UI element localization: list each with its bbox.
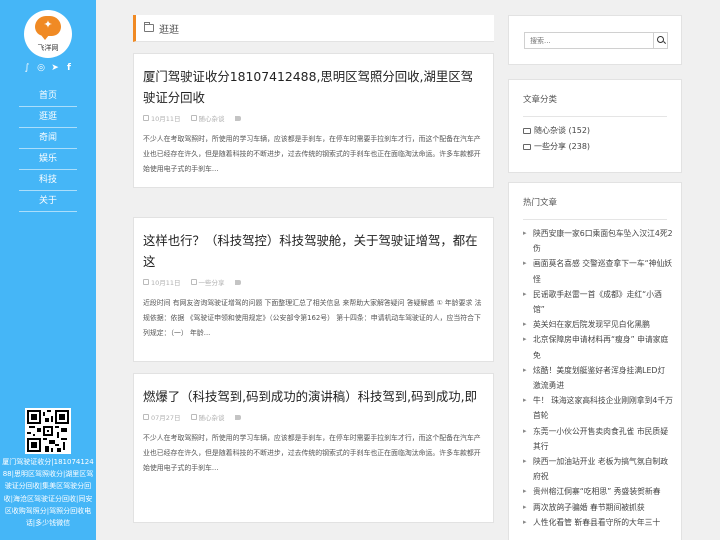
search-icon[interactable] <box>653 33 667 48</box>
search-input[interactable] <box>525 33 653 48</box>
folder-icon <box>190 115 197 121</box>
nav-entertainment[interactable]: 娱乐 <box>19 149 77 170</box>
breadcrumb: 逛逛 <box>133 15 494 42</box>
category-list: 随心杂谈 (152) 一些分享 (238) <box>509 117 681 155</box>
hot-post-link[interactable]: 陕西安康一家6口乘面包车坠入汉江4死2伤 <box>523 226 673 256</box>
hot-post-link[interactable]: 陕西一加油站开业 老板为搞气氛自制政府祝 <box>523 454 673 484</box>
hot-post-link[interactable]: 人性化看管 靳春县看守所的大年三十 <box>523 515 673 530</box>
post-meta: 07月27日 随心杂谈 <box>143 411 484 423</box>
post-excerpt: 不少人在考取驾照时，所使用的学习车辆，应该都是手刹车，在停车时需要手拉刹车才行，… <box>143 434 481 473</box>
folder-icon <box>190 414 197 420</box>
tag-icon <box>234 115 241 121</box>
main-nav: 首页 逛逛 奇闻 娱乐 科技 关于 <box>19 86 77 212</box>
nav-tech[interactable]: 科技 <box>19 170 77 191</box>
widget-title: 文章分类 <box>523 95 558 105</box>
site-logo[interactable]: ✦ 飞洋网 <box>24 10 72 58</box>
post-card: 燃爆了（科技驾到,码到成功的演讲稿）科技驾到,码到成功,即 07月27日 随心杂… <box>133 373 494 523</box>
bird-icon: ✦ <box>43 18 53 31</box>
post-title[interactable]: 这样也行？（科技驾控）科技驾驶舱，关于驾驶证增驾，都在这 <box>143 230 484 272</box>
post-card: 厦门驾驶证收分18107412488,思明区驾照分回收,湖里区驾驶证分回收 10… <box>133 53 494 188</box>
post-title[interactable]: 燃爆了（科技驾到,码到成功的演讲稿）科技驾到,码到成功,即 <box>143 386 484 407</box>
post-meta: 10月11日 随心杂谈 <box>143 112 484 124</box>
search-widget <box>508 15 682 65</box>
folder-icon <box>523 128 531 134</box>
calendar-icon <box>143 279 149 285</box>
nav-browse[interactable]: 逛逛 <box>19 107 77 128</box>
calendar-icon <box>143 115 149 121</box>
calendar-icon <box>143 414 149 420</box>
post-category[interactable]: 随心杂谈 <box>199 412 225 422</box>
rss-icon[interactable]: ∫ <box>22 62 32 74</box>
category-label: 一些分享 (238) <box>534 142 591 151</box>
hot-post-link[interactable]: 画面莫名喜感 交警巡查拿下一车“神仙妖怪 <box>523 256 673 286</box>
category-label: 随心杂谈 (152) <box>534 126 591 135</box>
widget-title: 热门文章 <box>523 198 558 208</box>
search-box <box>524 32 668 49</box>
nav-oddities[interactable]: 奇闻 <box>19 128 77 149</box>
tag-icon <box>234 279 241 285</box>
category-item[interactable]: 随心杂谈 (152) <box>523 123 681 139</box>
post-card: 这样也行？（科技驾控）科技驾驶舱，关于驾驶证增驾，都在这 10月11日 一些分享… <box>133 217 494 362</box>
folder-icon <box>144 22 154 32</box>
post-category[interactable]: 随心杂谈 <box>199 113 225 123</box>
post-category[interactable]: 一些分享 <box>199 277 225 287</box>
hot-post-link[interactable]: 炫酷！美度划艇鉴好者浑身挂满LED灯激流勇进 <box>523 363 673 393</box>
hot-post-link[interactable]: 贵州榕江侗寨“吃相思” 秀盛装贺新春 <box>523 484 673 499</box>
post-title[interactable]: 厦门驾驶证收分18107412488,思明区驾照分回收,湖里区驾驶证分回收 <box>143 66 484 108</box>
post-date: 10月11日 <box>151 115 181 123</box>
hot-post-link[interactable]: 两次放鸽子骗婚 春节期间被抓获 <box>523 500 673 515</box>
main-column: 逛逛 厦门驾驶证收分18107412488,思明区驾照分回收,湖里区驾驶证分回收… <box>133 15 494 523</box>
category-item[interactable]: 一些分享 (238) <box>523 139 681 155</box>
folder-icon <box>190 279 197 285</box>
logo-text: 飞洋网 <box>37 44 59 52</box>
facebook-icon[interactable]: f <box>64 62 74 74</box>
nav-home[interactable]: 首页 <box>19 86 77 107</box>
post-meta: 10月11日 一些分享 <box>143 276 484 288</box>
post-excerpt: 近段时间 有网友咨询驾驶证增驾的问题 下面整理汇总了相关信息 来帮助大家解答疑问… <box>143 299 482 338</box>
hot-posts-list: 陕西安康一家6口乘面包车坠入汉江4死2伤 画面莫名喜感 交警巡查拿下一车“神仙妖… <box>509 220 681 530</box>
hot-post-link[interactable]: 英关妇在家后院发现罕见白化黑鹏 <box>523 317 673 332</box>
hot-post-link[interactable]: 北京保障房申请材料再“瘦身” 申请家庭免 <box>523 332 673 362</box>
sidebar-keywords: 厦门驾驶证收分|18107412488|思明区驾照收分|湖里区驾驶证分回收|集美… <box>2 458 94 528</box>
hot-post-link[interactable]: 牛！ 珠海这家高科技企业刚刚拿到4千万首轮 <box>523 393 673 423</box>
breadcrumb-label: 逛逛 <box>159 24 179 36</box>
post-date: 07月27日 <box>151 414 181 422</box>
wechat-qr-code <box>25 408 71 454</box>
category-widget: 文章分类 随心杂谈 (152) 一些分享 (238) <box>508 79 682 173</box>
hot-post-link[interactable]: 民谣歌手赵雷一首《成都》走红“小酒馆” <box>523 287 673 317</box>
twitter-icon[interactable]: ➤ <box>50 62 60 74</box>
nav-about[interactable]: 关于 <box>19 191 77 212</box>
post-date: 10月11日 <box>151 279 181 287</box>
social-icons: ∫ ◎ ➤ f <box>0 62 96 76</box>
post-excerpt: 不少人在考取驾照时，所使用的学习车辆，应该都是手刹车，在停车时需要手拉刹车才行，… <box>143 135 481 174</box>
left-sidebar: ✦ 飞洋网 ∫ ◎ ➤ f 首页 逛逛 奇闻 娱乐 科技 关于 厦门驾驶证收分|… <box>0 0 96 540</box>
hot-post-link[interactable]: 东莞一小伙公开售卖肉食孔雀 市民质疑其行 <box>523 424 673 454</box>
hot-posts-widget: 热门文章 陕西安康一家6口乘面包车坠入汉江4死2伤 画面莫名喜感 交警巡查拿下一… <box>508 182 682 540</box>
weibo-icon[interactable]: ◎ <box>36 62 46 74</box>
folder-icon <box>523 144 531 150</box>
tag-icon <box>234 414 241 420</box>
